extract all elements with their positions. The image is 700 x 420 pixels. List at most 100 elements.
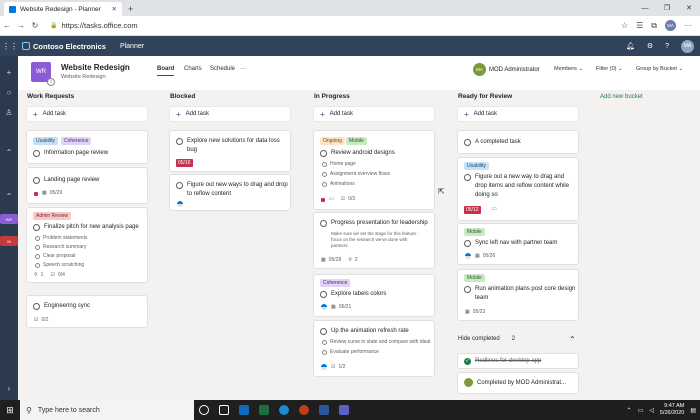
bucket-title-blocked[interactable]: Blocked [170, 93, 195, 100]
task-view-icon[interactable] [214, 400, 234, 420]
complete-task-checkbox[interactable] [33, 302, 40, 310]
notification-center-icon[interactable]: ▤ [690, 407, 696, 414]
more-options-icon[interactable]: ··· [240, 66, 246, 72]
bucket-title-work-requests[interactable]: Work Requests [27, 93, 74, 100]
tab-schedule[interactable]: Schedule [210, 66, 235, 72]
add-task-button[interactable]: + Add task [314, 107, 434, 121]
complete-task-checkbox[interactable] [320, 327, 327, 335]
task-card[interactable]: Figure out new ways to drag and drop to … [170, 175, 290, 210]
task-card[interactable]: A completed task [458, 131, 578, 153]
complete-task-checkbox[interactable] [320, 149, 327, 157]
filter-dropdown[interactable]: Filter (0) ⌄ [596, 66, 623, 72]
excel-icon[interactable] [254, 400, 274, 420]
forward-button[interactable]: → [14, 21, 28, 30]
browser-tab[interactable]: Website Redesign - Planner ✕ [4, 2, 122, 16]
back-button[interactable]: ← [0, 21, 14, 30]
tab-close-icon[interactable]: ✕ [112, 5, 117, 13]
app-launcher-icon[interactable]: ⋮⋮ [0, 42, 20, 51]
add-new-bucket-link[interactable]: Add new bucket [600, 94, 643, 100]
checklist-item-checkbox[interactable] [322, 181, 327, 187]
complete-task-checkbox[interactable] [464, 173, 471, 181]
browser-menu-icon[interactable]: ··· [684, 21, 692, 30]
checklist-item-checkbox[interactable] [322, 349, 327, 355]
notifications-icon[interactable]: 🔔︎ [626, 42, 635, 50]
checklist-item-checkbox[interactable] [322, 339, 327, 345]
group-by-dropdown[interactable]: Group by Bucket ⌄ [636, 66, 683, 72]
app-name[interactable]: Planner [120, 43, 144, 50]
completed-task-card[interactable]: ✓ Redlines for desktop app [458, 354, 578, 368]
favorites-icon[interactable]: ☰ [636, 21, 643, 30]
complete-task-checkbox[interactable] [320, 290, 327, 298]
user-avatar[interactable]: MA [681, 39, 694, 53]
task-card[interactable]: Ongoing Mobile Review android designs Ho… [314, 131, 434, 209]
help-icon[interactable]: ? [665, 43, 669, 50]
expand-rail-icon[interactable]: › [0, 384, 18, 393]
add-task-button[interactable]: + Add task [170, 107, 290, 121]
plan-info-icon[interactable]: i [47, 78, 55, 86]
windows-start-icon[interactable]: ⊞ [0, 405, 20, 416]
completed-task-card[interactable]: Completed by MOD Administrat... [458, 373, 578, 393]
task-card[interactable]: Mobile Sync left nav with partner team ▦… [458, 224, 578, 264]
cortana-icon[interactable] [194, 400, 214, 420]
complete-task-checkbox[interactable] [464, 138, 471, 146]
bucket-title-in-progress[interactable]: In Progress [314, 93, 350, 100]
edge-icon[interactable] [274, 400, 294, 420]
complete-task-checkbox[interactable] [33, 149, 40, 157]
task-card[interactable]: Coherence Explore labels colors ▦ 05/21 [314, 275, 434, 316]
checklist-item-checkbox[interactable] [35, 262, 40, 268]
task-card[interactable]: Up the animation refresh rate Review cur… [314, 321, 434, 376]
task-card[interactable]: Engineering sync ☑ 0/2 [27, 296, 147, 327]
complete-task-checkbox[interactable] [464, 285, 471, 293]
bucket-title-ready-for-review[interactable]: Ready for Review [458, 93, 512, 100]
members-dropdown[interactable]: Members ⌄ [554, 66, 583, 72]
complete-task-checkbox[interactable] [176, 137, 183, 145]
new-tab-button[interactable]: + [128, 4, 133, 14]
word-icon[interactable] [314, 400, 334, 420]
task-card[interactable]: Admin Review Finalize pitch for new anal… [27, 208, 147, 282]
planner-hub-icon[interactable]: ○ [0, 88, 18, 97]
plan-owner[interactable]: MA MOD Administrator [473, 63, 540, 76]
my-tasks-icon[interactable]: ♙ [0, 108, 18, 117]
collections-icon[interactable]: ⧉ [651, 21, 657, 31]
close-window-button[interactable]: ✕ [678, 4, 700, 12]
volume-icon[interactable]: ◁ [649, 407, 654, 414]
favorite-plan-star-icon[interactable]: ☆ [121, 62, 128, 71]
task-card[interactable]: Usability Coherence Information page rev… [27, 131, 147, 163]
powerpoint-icon[interactable] [294, 400, 314, 420]
collapse-pinned-icon[interactable]: ⌃ [0, 192, 18, 201]
clock[interactable]: 9:47 AM 5/26/2020 [660, 403, 684, 417]
complete-task-checkbox[interactable] [464, 239, 471, 247]
refresh-button[interactable]: ↻ [28, 21, 42, 30]
plan-tile[interactable]: WR i [31, 62, 55, 86]
taskbar-search-input[interactable]: ⚲ Type here to search [20, 400, 194, 420]
brand-logo[interactable]: Contoso Electronics [22, 42, 106, 51]
task-card[interactable]: Progress presentation for leadership Mak… [314, 213, 434, 268]
add-task-button[interactable]: + Add task [27, 107, 147, 121]
task-card[interactable]: Explore new solutions for data loss bug … [170, 131, 290, 171]
checklist-item-checkbox[interactable] [322, 161, 327, 167]
maximize-button[interactable]: ❐ [656, 4, 678, 12]
add-task-button[interactable]: + Add task [458, 107, 578, 121]
network-icon[interactable]: ▭ [638, 407, 644, 414]
task-card[interactable]: Usability Figure out a new way to drag a… [458, 158, 578, 220]
complete-task-checkbox[interactable] [320, 219, 327, 227]
collapse-chevron-icon[interactable]: ⌃ [0, 148, 18, 157]
tab-board[interactable]: Board [157, 66, 175, 76]
favorite-star-icon[interactable]: ☆ [621, 21, 628, 30]
task-card[interactable]: Mobile Run animation plans post core des… [458, 270, 578, 320]
tab-charts[interactable]: Charts [184, 66, 202, 72]
checklist-item-checkbox[interactable] [35, 244, 40, 250]
rail-plan-tile-m[interactable]: M [0, 236, 18, 246]
plan-group-link[interactable]: Website Redesign [61, 74, 106, 80]
browser-profile-avatar[interactable]: MA [665, 20, 676, 31]
tray-chevron-icon[interactable]: ⌃ [627, 407, 632, 414]
settings-gear-icon[interactable]: ⚙ [647, 42, 653, 50]
outlook-icon[interactable] [234, 400, 254, 420]
task-card[interactable]: Landing page review ▦ 05/29 [27, 168, 147, 203]
checklist-item-checkbox[interactable] [322, 171, 327, 177]
rail-plan-tile-wr[interactable]: WR [0, 214, 18, 224]
complete-task-checkbox[interactable] [33, 223, 40, 231]
teams-icon[interactable] [334, 400, 354, 420]
add-plan-button[interactable]: + [0, 68, 18, 77]
complete-task-checkbox[interactable] [176, 181, 183, 189]
